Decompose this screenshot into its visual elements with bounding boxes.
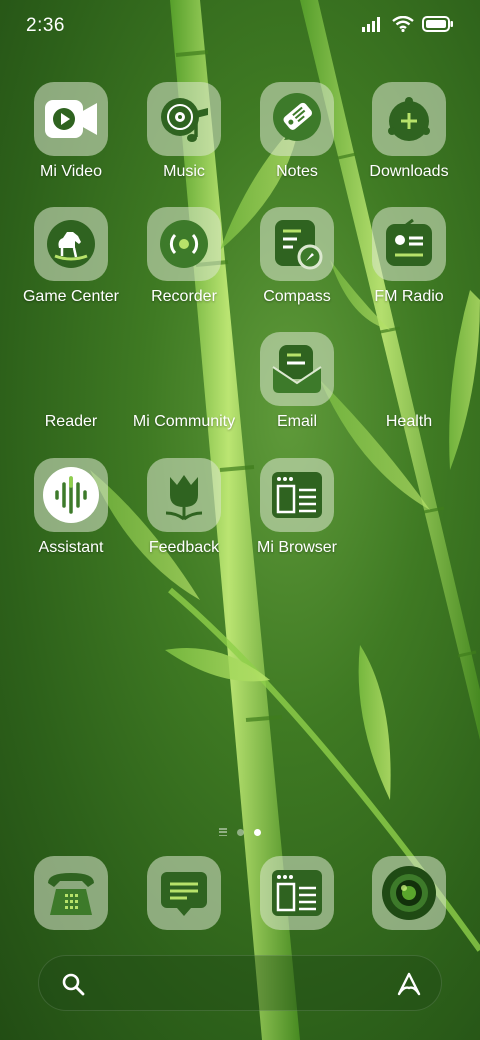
app-tile[interactable] (260, 856, 334, 930)
app-game-center[interactable]: Game Center (16, 207, 126, 306)
music-icon (161, 98, 208, 142)
app-tile[interactable] (372, 207, 446, 281)
browser-icon (272, 472, 322, 518)
app-label: Compass (263, 288, 331, 305)
app-label: Mi Browser (256, 539, 337, 556)
app-tile[interactable] (147, 856, 221, 930)
app-label: Mi Community (132, 413, 236, 430)
battery-icon (422, 16, 453, 32)
tulip-icon (165, 475, 203, 521)
app-feedback[interactable]: Feedback (129, 458, 239, 557)
app-tile[interactable] (260, 332, 334, 406)
status-bar: 2:36 (0, 0, 480, 52)
dock-camera[interactable] (354, 856, 464, 930)
app-tile[interactable] (34, 207, 108, 281)
app-reader[interactable]: Reader (16, 332, 126, 431)
app-label: Mi Video (40, 163, 102, 180)
page-dot (237, 828, 244, 836)
app-notes[interactable]: Notes (242, 82, 352, 181)
app-tile[interactable] (260, 207, 334, 281)
app-music[interactable]: Music (129, 82, 239, 181)
wifi-icon (392, 16, 414, 32)
notes-tag-icon (273, 93, 321, 141)
status-time: 2:36 (26, 15, 65, 36)
page-indicator[interactable] (0, 828, 480, 836)
app-tile[interactable] (147, 207, 221, 281)
app-label: Email (276, 413, 317, 430)
app-assistant[interactable]: Assistant (16, 458, 126, 557)
app-tile[interactable] (372, 82, 446, 156)
dock-phone[interactable] (16, 856, 126, 930)
app-label: Music (163, 163, 205, 180)
app-compass[interactable]: Compass (242, 207, 352, 306)
app-label: Feedback (148, 539, 220, 556)
system-icons (362, 16, 454, 32)
search-bar[interactable] (38, 955, 442, 1011)
app-tile[interactable] (260, 82, 334, 156)
app-tile[interactable] (34, 332, 108, 406)
dock-messages[interactable] (129, 856, 239, 930)
app-label: Game Center (22, 288, 120, 305)
phone-icon (48, 873, 94, 915)
app-downloads[interactable]: Downloads (354, 82, 464, 181)
email-icon (272, 345, 322, 393)
app-mi-community[interactable]: Mi Community (129, 332, 239, 431)
assistant-waveform-icon (43, 467, 99, 523)
app-tile[interactable] (34, 856, 108, 930)
app-tile[interactable] (147, 458, 221, 532)
video-icon (45, 100, 97, 138)
app-mi-video[interactable]: Mi Video (16, 82, 126, 181)
search-icon[interactable] (61, 972, 85, 996)
downloads-icon (388, 97, 430, 141)
app-tile[interactable] (260, 458, 334, 532)
app-mi-browser[interactable]: Mi Browser (242, 458, 352, 557)
page-indicator-menu-icon (219, 828, 227, 836)
app-label: Reader (44, 413, 98, 430)
app-tile[interactable] (372, 332, 446, 406)
compass-icon (275, 220, 323, 270)
app-label: Health (385, 413, 433, 430)
app-tile[interactable] (34, 458, 108, 532)
app-health[interactable]: Health (354, 332, 464, 431)
rocking-horse-icon (47, 220, 95, 268)
signal-icon (362, 17, 380, 32)
app-tile[interactable] (34, 82, 108, 156)
app-recorder[interactable]: Recorder (129, 207, 239, 306)
dock-browser[interactable] (242, 856, 352, 930)
app-label: FM Radio (374, 288, 444, 305)
camera-icon (382, 866, 436, 920)
app-fm-radio[interactable]: FM Radio (354, 207, 464, 306)
app-label: Recorder (151, 288, 217, 305)
app-label: Downloads (369, 163, 449, 180)
app-label: Notes (276, 163, 318, 180)
message-icon (161, 872, 207, 916)
recorder-icon (160, 220, 208, 268)
assistant-a-icon[interactable] (395, 970, 423, 998)
browser-icon (272, 870, 322, 916)
app-tile[interactable] (147, 332, 221, 406)
app-label: Assistant (38, 539, 104, 556)
radio-icon (386, 218, 432, 266)
app-tile[interactable] (372, 856, 446, 930)
page-dot-active (254, 828, 261, 836)
app-tile[interactable] (147, 82, 221, 156)
app-email[interactable]: Email (242, 332, 352, 431)
